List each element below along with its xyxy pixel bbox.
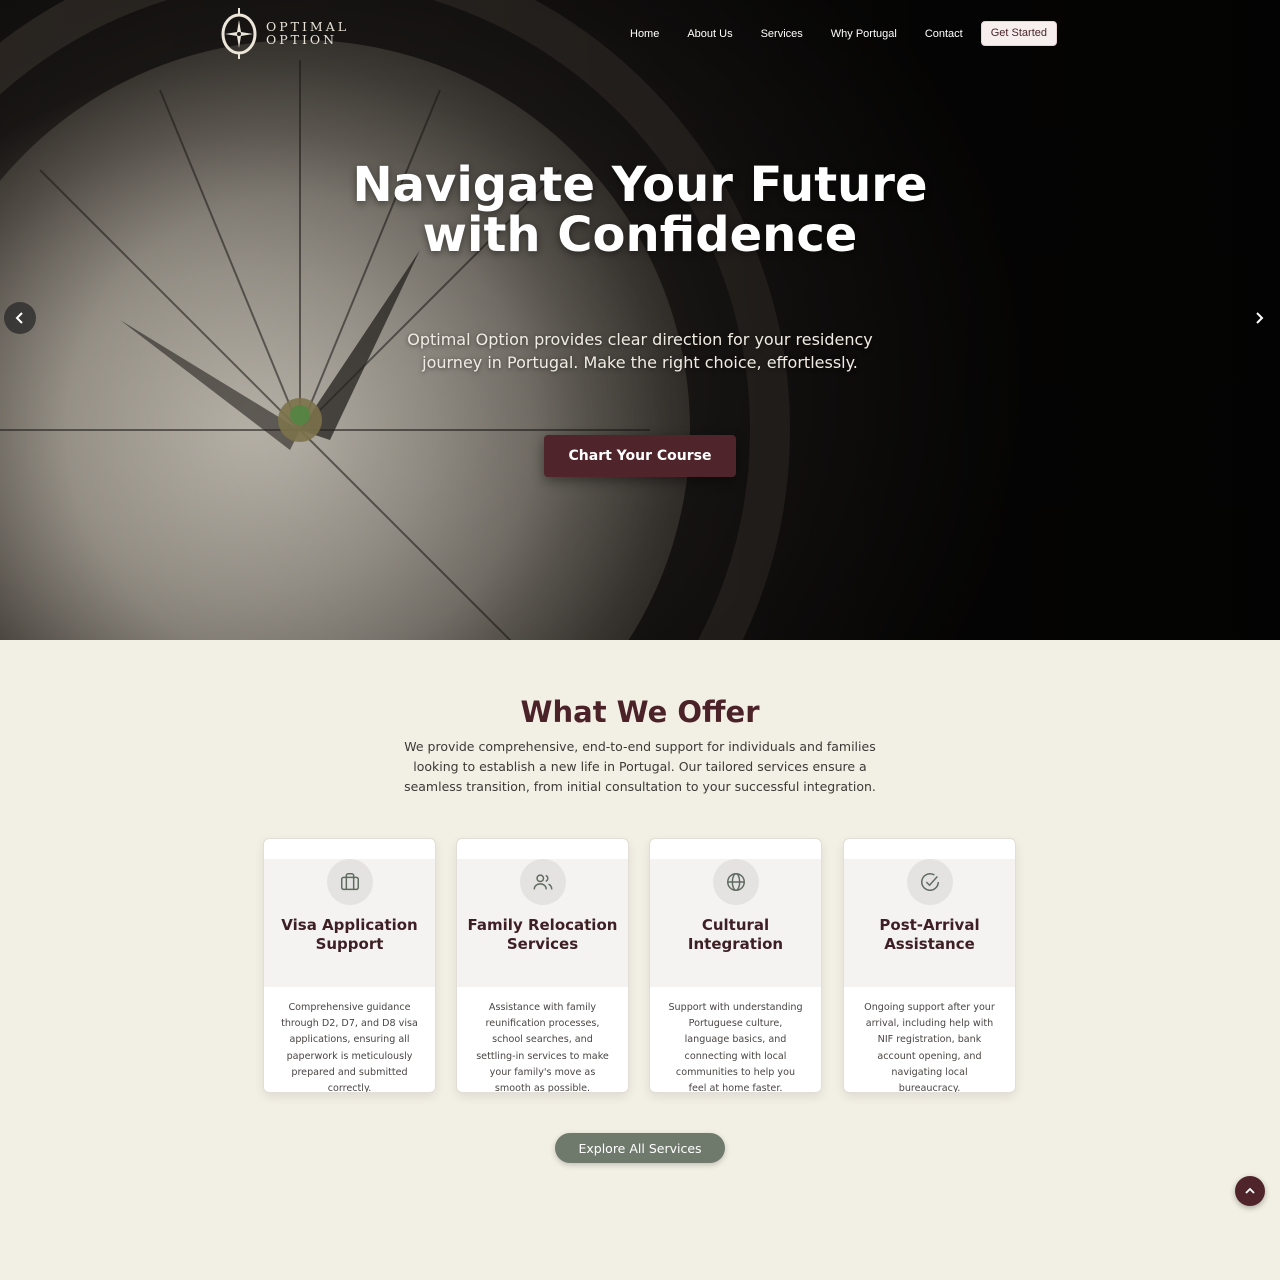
check-circle-icon: [906, 859, 953, 905]
carousel-prev-button[interactable]: [4, 302, 36, 334]
card-text: Assistance with family reunification pro…: [476, 1002, 609, 1093]
hero-overlay: [0, 0, 1280, 640]
nav-link-about[interactable]: About Us: [687, 22, 732, 46]
explore-all-services-button[interactable]: Explore All Services: [555, 1133, 725, 1163]
chevron-up-icon: [1245, 1187, 1255, 1194]
globe-icon: [712, 859, 759, 905]
service-card-family[interactable]: Family Relocation Services Assistance wi…: [456, 838, 629, 1093]
nav-links: Home About Us Services Why Portugal Cont…: [630, 21, 1057, 46]
card-text: Comprehensive guidance through D2, D7, a…: [281, 1002, 418, 1093]
carousel-next-button[interactable]: [1243, 302, 1275, 334]
card-title: Family Relocation Services: [467, 916, 618, 953]
offer-title: What We Offer: [520, 695, 760, 729]
hero-subtitle: Optimal Option provides clear direction …: [407, 330, 873, 372]
top-navigation: OPTIMAL OPTION Home About Us Services Wh…: [0, 0, 1280, 66]
nav-link-home[interactable]: Home: [630, 22, 659, 46]
service-card-cultural[interactable]: Cultural Integration Support with unders…: [649, 838, 822, 1093]
card-title: Post-Arrival Assistance: [879, 916, 980, 953]
scroll-to-top-button[interactable]: [1235, 1176, 1265, 1206]
users-icon: [519, 859, 566, 905]
nav-link-services[interactable]: Services: [761, 22, 803, 46]
card-title: Cultural Integration: [687, 916, 784, 953]
service-card-post-arrival[interactable]: Post-Arrival Assistance Ongoing support …: [843, 838, 1016, 1093]
card-text: Support with understanding Portuguese cu…: [668, 1002, 803, 1093]
nav-link-why-portugal[interactable]: Why Portugal: [831, 22, 897, 46]
card-title: Visa Application Support: [281, 916, 418, 953]
chevron-right-icon: [1256, 312, 1264, 324]
compass-logo-icon: [221, 8, 257, 59]
chart-your-course-button[interactable]: Chart Your Course: [544, 435, 736, 477]
brand-line-2: OPTION: [266, 32, 338, 47]
service-cards: Visa Application Support Comprehensive g…: [263, 838, 1017, 1093]
briefcase-icon: [326, 859, 373, 905]
hero-title: Navigate Your Future with Confidence: [352, 157, 928, 263]
nav-link-contact[interactable]: Contact: [925, 22, 963, 46]
offer-description: We provide comprehensive, end-to-end sup…: [404, 739, 876, 794]
brand-logo[interactable]: OPTIMAL OPTION: [218, 6, 349, 60]
card-text: Ongoing support after your arrival, incl…: [864, 1002, 995, 1093]
get-started-button[interactable]: Get Started: [980, 21, 1057, 46]
hero-section: OPTIMAL OPTION Home About Us Services Wh…: [0, 0, 1280, 640]
brand-name: OPTIMAL OPTION: [266, 20, 349, 46]
chevron-left-icon: [15, 312, 23, 324]
service-card-visa[interactable]: Visa Application Support Comprehensive g…: [263, 838, 436, 1093]
